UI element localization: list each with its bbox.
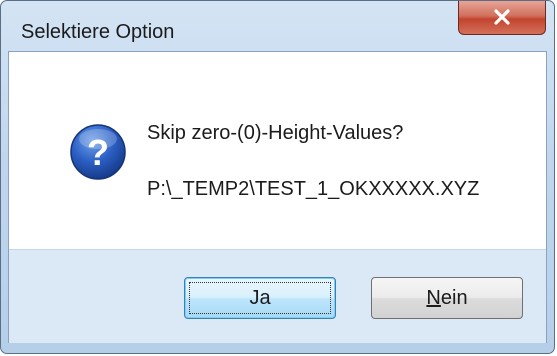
yes-button-label: Ja — [249, 287, 271, 309]
question-icon: ? — [70, 124, 126, 180]
svg-text:?: ? — [87, 132, 109, 173]
message-file-path: P:\_TEMP2\TEST_1_OKXXXXX.XYZ — [147, 178, 480, 200]
yes-button[interactable]: Ja — [184, 277, 336, 319]
no-button[interactable]: Nein — [371, 277, 523, 319]
title-bar[interactable]: Selektiere Option — [1, 1, 554, 43]
message-area: ? Skip zero-(0)-Height-Values? P:\_TEMP2… — [9, 52, 546, 249]
window-title: Selektiere Option — [21, 21, 175, 43]
close-button[interactable] — [458, 1, 546, 35]
no-button-label: Nein — [426, 287, 468, 309]
button-bar: Ja Nein — [9, 249, 546, 343]
message-question: Skip zero-(0)-Height-Values? — [147, 122, 404, 144]
dialog-content: ? Skip zero-(0)-Height-Values? P:\_TEMP2… — [8, 51, 547, 343]
dialog-window: Selektiere Option ? Skip zero-(0)-Height… — [0, 0, 555, 354]
close-icon — [494, 8, 510, 25]
